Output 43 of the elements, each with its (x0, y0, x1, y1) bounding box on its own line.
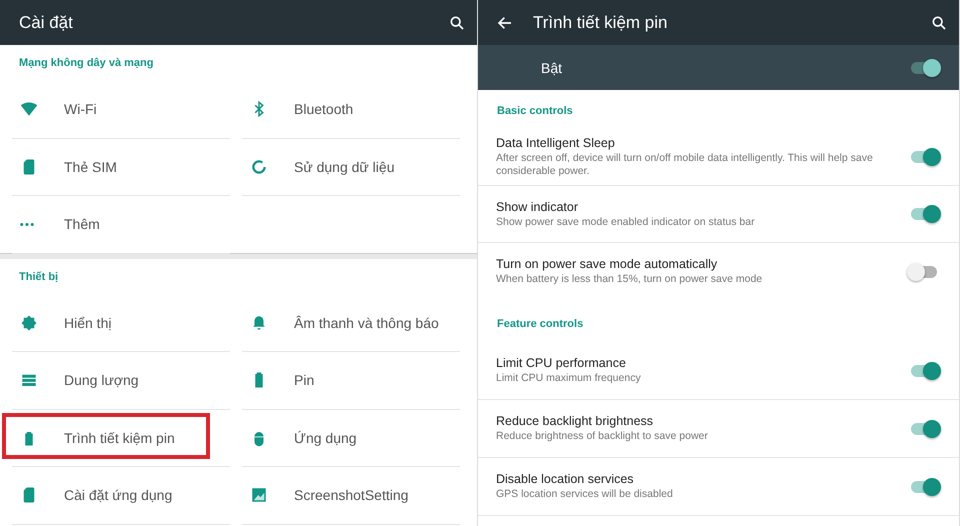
settings-item[interactable]: Dung lượng (12, 352, 230, 410)
setting-title: Limit CPU performance (496, 356, 627, 370)
setting-title: Disable location services (496, 472, 635, 486)
settings-item[interactable]: Ứng dụng (242, 410, 460, 467)
search-button[interactable] (449, 14, 465, 30)
setting-description: Show power save mode enabled indicator on status bar (496, 216, 756, 228)
settings-item[interactable]: ScreenshotSetting (242, 467, 460, 524)
search-button[interactable] (931, 14, 947, 30)
setting-description: GPS location services will be disabled (496, 488, 674, 501)
section-header: Mạng không dây và mạng (18, 56, 154, 71)
settings-item[interactable]: Thẻ SIM (12, 138, 230, 196)
section-header: Basic controls (496, 104, 574, 119)
setting-description: Reduce brightness of backlight to save power (496, 430, 709, 443)
settings-item[interactable]: Trình tiết kiệm pin (12, 410, 230, 467)
settings-item[interactable]: Bluetooth (242, 81, 460, 138)
section-header: Thiết bị (18, 270, 60, 284)
settings-item[interactable]: Pin (242, 352, 460, 410)
search-icon (449, 14, 465, 30)
section-header: Feature controls (496, 317, 584, 332)
setting-description: When battery is less than 15%, turn on power save mode (496, 273, 764, 286)
image-icon (250, 486, 268, 504)
search-icon (931, 14, 947, 30)
screen-title: Cài đặt (19, 12, 74, 32)
setting-title: Reduce backlight brightness (496, 414, 654, 428)
data-usage-icon (250, 158, 268, 176)
back-arrow-icon (497, 14, 513, 30)
screen-title: Trình tiết kiệm pin (533, 12, 668, 32)
more-icon (20, 222, 34, 226)
setting-description: After screen off, device will turn on/off mobile data intelligently. This will help save considerable power. (496, 152, 874, 178)
settings-item[interactable]: Hiển thị (12, 294, 230, 352)
setting-title: Show indicator (496, 200, 579, 214)
wifi-icon (20, 100, 38, 118)
setting-description: Limit CPU maximum frequency (496, 372, 642, 385)
setting-title: Turn on power save mode automatically (496, 257, 718, 271)
settings-item[interactable]: Wi-Fi (12, 81, 230, 138)
back-button[interactable] (497, 14, 513, 30)
settings-item[interactable]: Âm thanh và thông báo (242, 294, 460, 352)
brightness-icon (20, 314, 38, 332)
setting-title: Data Intelligent Sleep (496, 136, 616, 150)
bell-icon (250, 314, 268, 332)
settings-item[interactable]: Cài đặt ứng dụng (12, 467, 230, 524)
settings-item[interactable]: Sử dụng dữ liệu (242, 138, 460, 196)
master-switch-label: Bật (541, 60, 564, 76)
